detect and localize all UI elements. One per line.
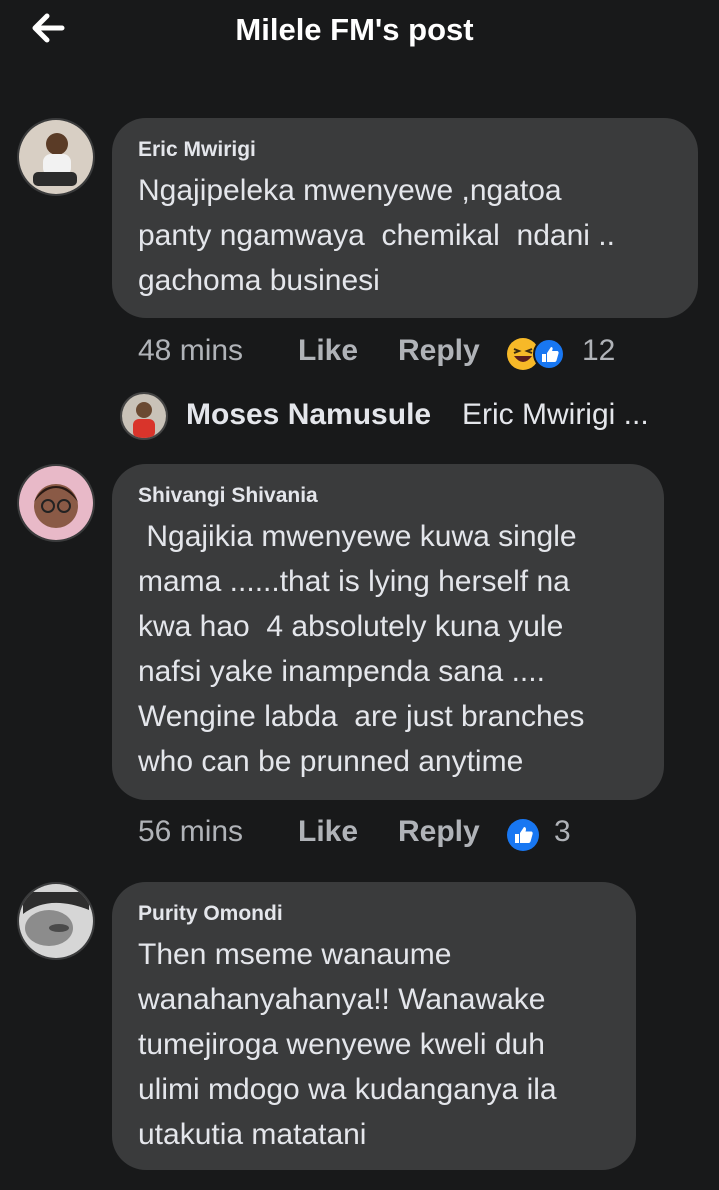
replies-preview[interactable]: Moses Namusule Eric Mwirigi ... (118, 390, 708, 442)
comment-bubble: Purity Omondi Then mseme wanaume wanahan… (112, 882, 636, 1170)
comment-text: Then mseme wanaume wanahanyahanya!! Wana… (138, 938, 557, 1151)
reaction-count: 12 (582, 334, 616, 367)
reactions-summary[interactable] (506, 818, 540, 852)
comment-bubble: Eric Mwirigi Ngajipeleka mwenyewe ,ngato… (112, 118, 698, 318)
comment-actions: 48 mins Like Reply 12 (138, 334, 638, 374)
like-button[interactable]: Like (298, 815, 358, 849)
reaction-count: 3 (554, 815, 571, 848)
avatar[interactable] (17, 464, 95, 542)
comment-author[interactable]: Purity Omondi (138, 902, 610, 926)
comment-text: Ngajipeleka mwenyewe ,ngatoa panty ngamw… (138, 174, 615, 297)
reply-author: Moses Namusule (186, 398, 432, 431)
comment-author[interactable]: Eric Mwirigi (138, 138, 672, 162)
page-title: Milele FM's post (235, 12, 474, 47)
avatar[interactable] (17, 882, 95, 960)
avatar[interactable] (17, 118, 95, 196)
reactions-summary[interactable] (506, 337, 570, 371)
comment-actions: 56 mins Like Reply 3 (138, 815, 638, 855)
comment-text: Ngajikia mwenyewe kuwa single mama .....… (138, 520, 585, 778)
haha-icon (507, 338, 565, 370)
comment-timestamp: 56 mins (138, 815, 244, 848)
like-icon (507, 819, 539, 851)
comment-bubble: Shivangi Shivania Ngajikia mwenyewe kuwa… (112, 464, 664, 800)
reply-button[interactable]: Reply (398, 334, 480, 368)
like-button[interactable]: Like (298, 334, 358, 368)
comment-author[interactable]: Shivangi Shivania (138, 484, 638, 508)
reply-preview-text: Eric Mwirigi ... (462, 398, 649, 431)
top-bar: Milele FM's post (0, 0, 719, 64)
reply-button[interactable]: Reply (398, 815, 480, 849)
comment-timestamp: 48 mins (138, 334, 244, 367)
avatar (120, 392, 168, 440)
